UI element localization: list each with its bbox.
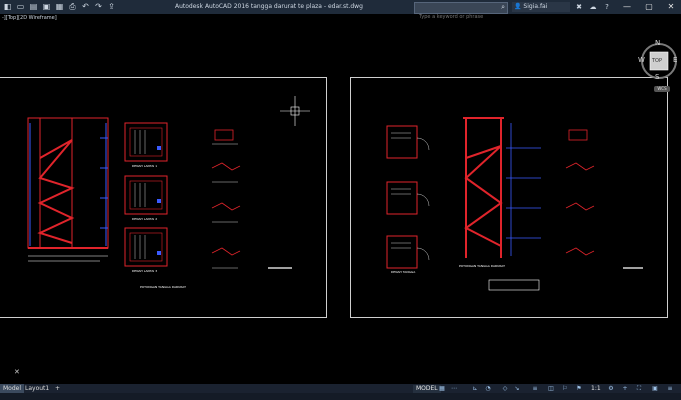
right-sheet-drawing (386, 117, 643, 291)
drawing-sheet-left: POTONGAN TANGGA DARURAT DENAH LANTAI 1 D… (0, 77, 327, 318)
drawing-sheet-right: POTONGAN TANGGA DARURAT DENAH TANGGA (350, 77, 668, 318)
tab-model[interactable]: Model (0, 384, 25, 393)
grid-icon[interactable]: ▦ (437, 385, 447, 393)
tab-add-layout[interactable]: + (52, 384, 63, 393)
close-button[interactable]: ✕ (660, 0, 681, 14)
status-bar (0, 393, 681, 400)
search-box[interactable]: ⌕ (414, 2, 508, 22)
left-sheet-drawing (27, 117, 292, 269)
right-plan-caption: DENAH TANGGA (391, 270, 416, 274)
tab-layout1[interactable]: Layout1 (22, 384, 52, 393)
polar-icon[interactable]: ◔ (483, 385, 493, 393)
search-input[interactable] (415, 12, 499, 22)
save-icon[interactable]: ▣ (41, 2, 52, 12)
sign-in-button[interactable]: 👤 Sigia.fai (512, 2, 570, 12)
right-section-caption: POTONGAN TANGGA DARURAT (459, 264, 505, 268)
redo-icon[interactable]: ↷ (93, 2, 104, 12)
wcs-menu[interactable]: WCS (654, 86, 670, 92)
plot-icon[interactable]: ⎙ (67, 2, 78, 12)
viewcube-top-face[interactable]: TOP (652, 58, 662, 64)
help-icon[interactable]: ? (602, 2, 612, 12)
annotation-scale-value[interactable]: 1:1 (591, 385, 601, 393)
quick-access-toolbar: ◧ ▭ ▤ ▣ ▦ ⎙ ↶ ↷ ⇪ (2, 2, 117, 12)
minimize-button[interactable]: — (616, 0, 638, 14)
save-as-icon[interactable]: ▦ (54, 2, 65, 12)
exchange-icon[interactable]: ✖ (574, 2, 584, 12)
lineweight-icon[interactable]: ≡ (530, 385, 540, 393)
hardware-acceleration-icon[interactable]: ▣ (650, 385, 660, 393)
customization-icon[interactable]: ≡ (665, 385, 675, 393)
left-section-caption: POTONGAN TANGGA DARURAT (140, 285, 186, 289)
maximize-button[interactable]: ▢ (638, 0, 660, 14)
app-menu-icon[interactable]: ◧ (2, 2, 13, 12)
left-plan-caption-c: DENAH LANTAI 3 (132, 269, 158, 273)
open-icon[interactable]: ▤ (28, 2, 39, 12)
transparency-icon[interactable]: ◫ (546, 385, 556, 393)
otrack-icon[interactable]: ↘ (512, 385, 522, 393)
undo-icon[interactable]: ↶ (80, 2, 91, 12)
autodesk-360-icon[interactable]: ☁ (588, 2, 598, 12)
user-name: Sigia.fai (523, 3, 548, 10)
left-plan-caption-b: DENAH LANTAI 2 (132, 217, 158, 221)
annotation-visibility-icon[interactable]: ⚐ (560, 385, 570, 393)
ortho-icon[interactable]: ⊾ (470, 385, 480, 393)
snap-icon[interactable]: ⋯ (449, 385, 459, 393)
workspace-gear-icon[interactable]: ⚙ (606, 385, 616, 393)
viewcube-east[interactable]: E (673, 56, 677, 64)
viewcube[interactable]: N W E S TOP (638, 39, 680, 82)
new-icon[interactable]: ▭ (15, 2, 26, 12)
viewcube-north[interactable]: N (655, 39, 660, 47)
search-icon[interactable]: ⌕ (501, 3, 505, 12)
share-icon[interactable]: ⇪ (106, 2, 117, 12)
crosshair-cursor (280, 96, 310, 126)
annotation-scale-icon[interactable]: ⚑ (574, 385, 584, 393)
command-line-close-icon[interactable]: ✕ (14, 368, 20, 376)
isolate-icon[interactable]: ⛶ (634, 385, 644, 393)
osnap-icon[interactable]: ◇ (500, 385, 510, 393)
viewport-controls[interactable]: -][Top][2D Wireframe] (2, 15, 57, 21)
viewcube-west[interactable]: W (638, 56, 645, 64)
window-title: Autodesk AutoCAD 2016 tangga darurat te … (175, 3, 363, 10)
left-plan-caption-a: DENAH LANTAI 1 (132, 164, 158, 168)
viewcube-south[interactable]: S (655, 73, 659, 81)
user-icon: 👤 (514, 3, 522, 10)
plus-icon[interactable]: + (620, 385, 630, 393)
